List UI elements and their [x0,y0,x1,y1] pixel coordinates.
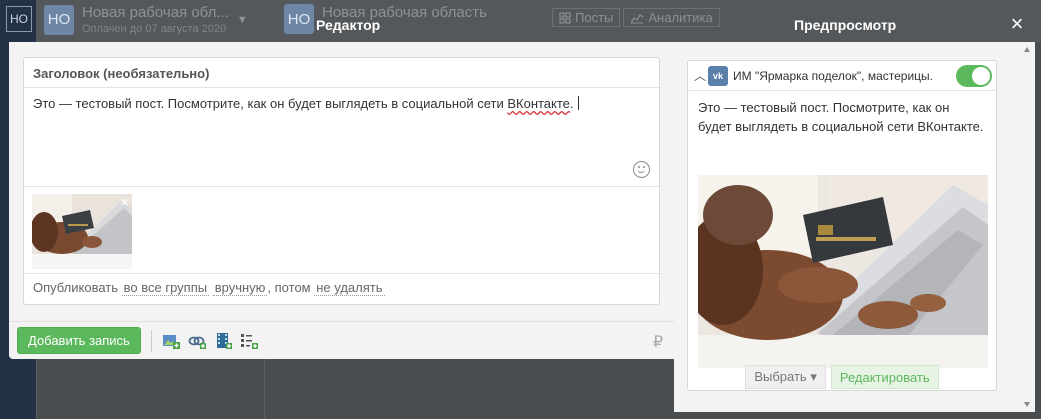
editor-panel: Заголовок (необязательно) Это — тестовый… [9,42,674,359]
attach-link-icon[interactable] [188,332,206,350]
laptop-card-photo [698,175,988,368]
close-icon[interactable]: × [1007,13,1027,35]
preview-card-header: ︿ vk ИМ "Ярмарка поделок", мастерицы. [688,61,996,91]
ruble-icon[interactable]: ₽ [653,332,663,352]
chevron-up-icon[interactable]: ︿ [694,67,708,84]
publish-mode-option[interactable]: вручную [212,280,268,296]
add-image-icon[interactable] [162,332,180,350]
post-text-end: . [569,96,574,111]
post-composer: Заголовок (необязательно) Это — тестовый… [23,57,660,305]
add-poll-icon[interactable] [240,332,258,350]
edit-button[interactable]: Редактировать [830,365,939,389]
laptop-card-photo [32,194,132,269]
preview-panel: ︿ vk ИМ "Ярмарка поделок", мастерицы. Эт… [674,42,1035,412]
post-text: Это — тестовый пост. Посмотрите, как он … [33,96,508,111]
publish-prefix: Опубликовать [33,280,119,295]
select-button[interactable]: Выбрать ▾ [745,365,826,389]
remove-attachment-icon[interactable]: × [120,194,129,211]
publish-groups-option[interactable]: во все группы [121,280,210,296]
post-editor-modal: Редактор Предпросмотр × Заголовок (необя… [9,8,1035,412]
publish-options: Опубликовать во все группы вручную, пото… [24,274,659,301]
preview-text: Это — тестовый пост. Посмотрите, как он … [698,100,984,134]
title-input[interactable]: Заголовок (необязательно) [24,58,659,88]
attachment-thumbnail[interactable]: × [32,194,132,269]
preview-actions: Выбрать ▾ Редактировать [688,365,996,389]
text-cursor [577,96,579,110]
preview-scrollbar[interactable] [1023,42,1031,412]
misspelled-word: ВКонтакте [507,96,570,111]
preview-card: ︿ vk ИМ "Ярмарка поделок", мастерицы. Эт… [687,60,997,391]
preview-title: Предпросмотр [794,17,897,33]
attachments-row: × [24,186,659,274]
emoji-icon[interactable] [633,161,650,178]
add-video-icon[interactable] [214,332,232,350]
add-post-button[interactable]: Добавить запись [17,327,141,354]
editor-footer: Добавить запись ₽ [9,321,674,359]
preview-image [698,175,988,368]
toolbar-divider [150,329,152,352]
vk-logo-icon: vk [708,65,728,86]
delete-option[interactable]: не удалять [314,280,385,296]
group-toggle[interactable] [956,64,992,87]
editor-title: Редактор [316,17,381,33]
publish-then: , потом [267,280,311,295]
group-name: ИМ "Ярмарка поделок", мастерицы. [733,68,934,83]
post-text-input[interactable]: Это — тестовый пост. Посмотрите, как он … [24,88,659,186]
modal-header: Редактор Предпросмотр × [9,8,1035,42]
